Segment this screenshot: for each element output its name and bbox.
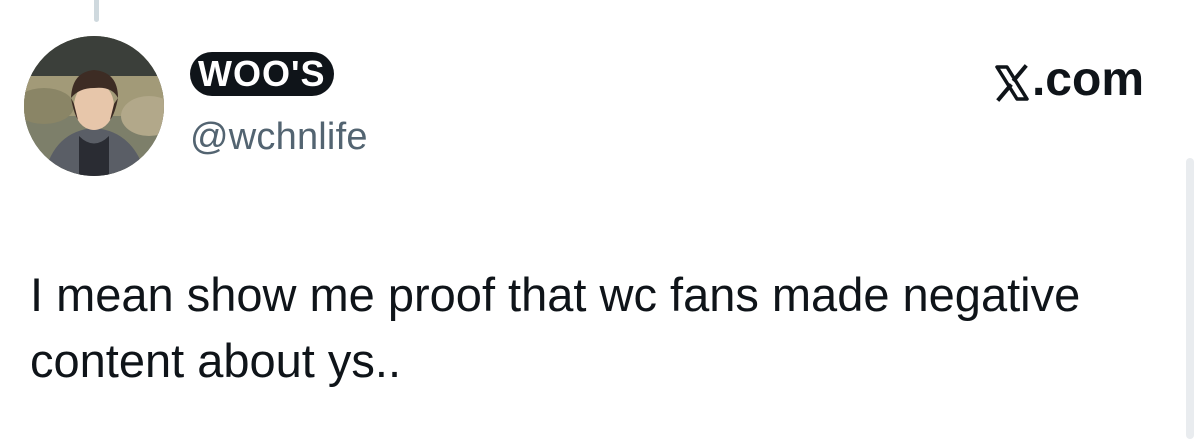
avatar-image — [24, 36, 164, 176]
user-handle[interactable]: @wchnlife — [190, 116, 368, 159]
brand-logo: .com — [995, 52, 1144, 107]
thread-connector-line — [94, 0, 99, 22]
brand-label: .com — [1031, 53, 1144, 106]
scrollbar[interactable] — [1186, 158, 1194, 439]
x-logo-icon — [995, 60, 1029, 102]
avatar[interactable] — [24, 36, 164, 176]
display-name[interactable]: WOO'S — [190, 52, 334, 96]
display-name-text: WOO'S — [190, 52, 334, 96]
tweet-text: I mean show me proof that wc fans made n… — [30, 268, 1094, 387]
